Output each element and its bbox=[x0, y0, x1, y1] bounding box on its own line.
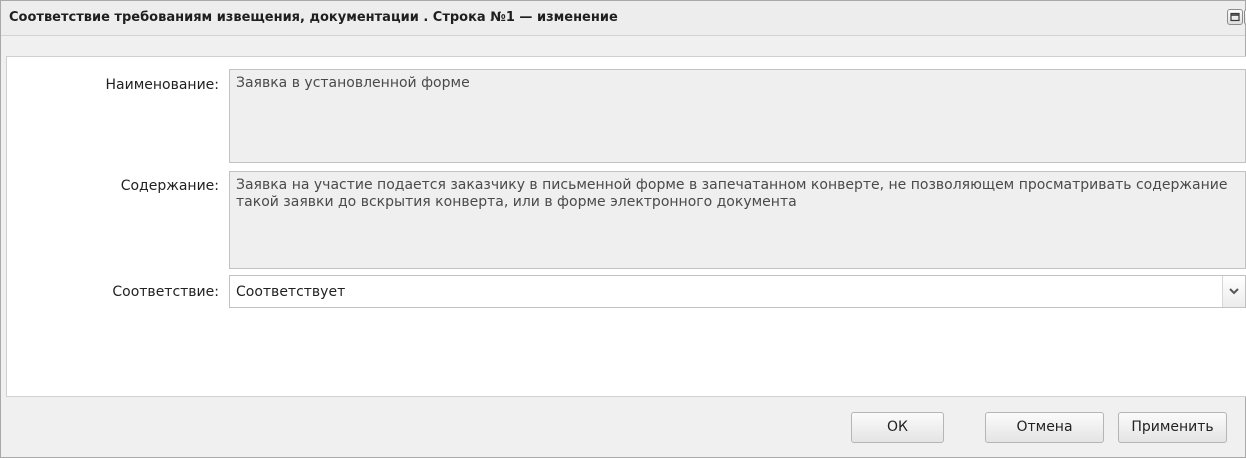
chevron-down-icon bbox=[1229, 288, 1239, 295]
content-label: Содержание: bbox=[120, 178, 219, 194]
maximize-button[interactable] bbox=[1227, 9, 1243, 25]
cancel-button[interactable]: Отмена bbox=[985, 412, 1104, 443]
apply-button[interactable]: Применить bbox=[1118, 412, 1227, 443]
dialog-title: Соответствие требованиям извещения, доку… bbox=[9, 10, 618, 25]
ok-button[interactable]: ОК bbox=[851, 412, 944, 443]
compliance-select[interactable]: Соответствует bbox=[229, 275, 1246, 308]
name-label: Наименование: bbox=[105, 77, 219, 93]
name-field[interactable]: Заявка в установленной форме bbox=[229, 69, 1246, 163]
compliance-selected-value: Соответствует bbox=[236, 284, 346, 300]
compliance-label: Соответствие: bbox=[112, 284, 219, 300]
form-panel: Наименование: Заявка в установленной фор… bbox=[6, 56, 1246, 397]
maximize-icon bbox=[1230, 12, 1240, 22]
edit-dialog: Соответствие требованиям извещения, доку… bbox=[0, 0, 1246, 458]
content-field[interactable]: Заявка на участие подается заказчику в п… bbox=[229, 171, 1246, 269]
dialog-header[interactable]: Соответствие требованиям извещения, доку… bbox=[1, 1, 1246, 36]
compliance-dropdown-trigger[interactable] bbox=[1222, 276, 1245, 307]
